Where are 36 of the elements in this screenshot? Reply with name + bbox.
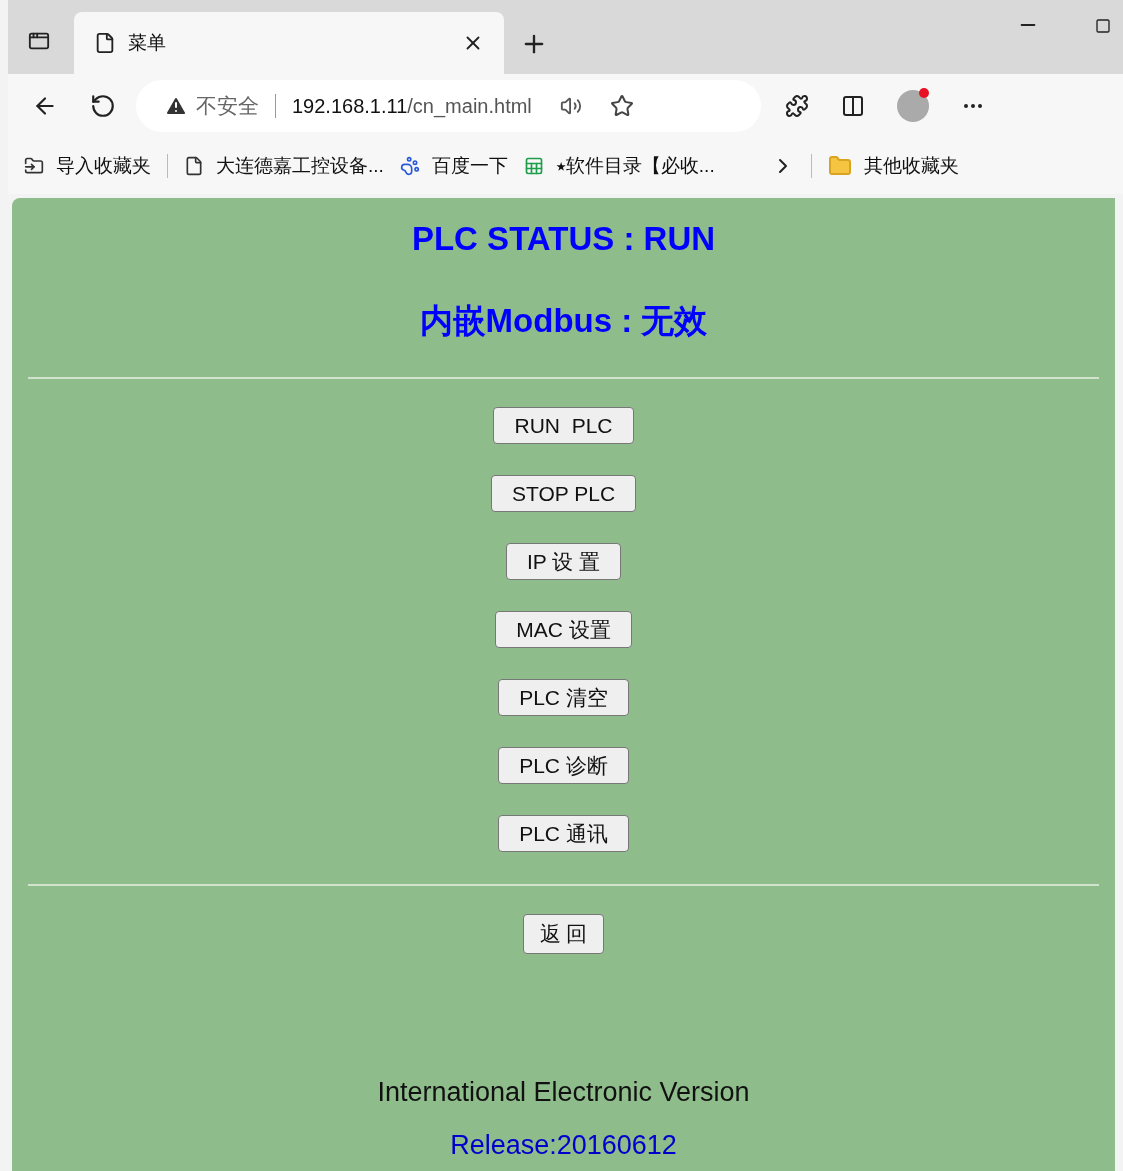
menu-button[interactable]: PLC 清空	[498, 679, 629, 716]
bookmark-folder[interactable]: 其他收藏夹	[827, 151, 959, 181]
bookmark-item[interactable]: ⭑软件目录【必收...	[523, 151, 715, 181]
bookmark-item[interactable]: 导入收藏夹	[24, 151, 151, 181]
modbus-status: 内嵌Modbus : 无效	[419, 300, 708, 341]
speaker-icon[interactable]	[559, 95, 582, 117]
menu-button[interactable]: PLC 通讯	[498, 815, 629, 852]
extensions-icon[interactable]	[785, 94, 809, 118]
menu-button[interactable]: IP 设 置	[505, 543, 622, 580]
reload-icon[interactable]	[90, 93, 116, 119]
bookmark-item[interactable]: 大连德嘉工控设备...	[184, 151, 384, 181]
menu-button[interactable]: PLC 诊断	[498, 747, 629, 784]
favorite-icon[interactable]	[609, 94, 634, 118]
tab-actions-icon[interactable]	[28, 30, 50, 52]
menu-button[interactable]: RUN PLC	[493, 407, 634, 444]
paw-icon	[399, 156, 420, 176]
page-icon	[94, 32, 116, 54]
split-screen-icon[interactable]	[841, 94, 865, 118]
profile-avatar[interactable]	[897, 90, 929, 122]
menu-button[interactable]: STOP PLC	[490, 475, 637, 512]
import-icon	[24, 156, 44, 176]
url-text: 192.168.1.11/cn_main.html	[292, 94, 532, 120]
address-bar[interactable]: 不安全 192.168.1.11/cn_main.html	[136, 80, 761, 132]
spreadsheet-icon	[523, 156, 544, 176]
folder-icon	[827, 154, 852, 178]
back-button[interactable]: 返 回	[522, 914, 605, 954]
tab-title: 菜单	[128, 30, 167, 55]
version-text: International Electronic Version	[377, 1076, 750, 1109]
browser-tab[interactable]: 菜单	[74, 12, 504, 74]
page-icon	[184, 156, 204, 176]
menu-button[interactable]: MAC 设置	[495, 611, 632, 648]
security-label: 不安全	[196, 93, 259, 120]
release-text: Release:20160612	[450, 1128, 677, 1162]
maximize-icon[interactable]	[1095, 18, 1111, 34]
plc-status: PLC STATUS : RUN	[411, 219, 716, 259]
bookmark-item[interactable]: 百度一下	[399, 151, 508, 181]
